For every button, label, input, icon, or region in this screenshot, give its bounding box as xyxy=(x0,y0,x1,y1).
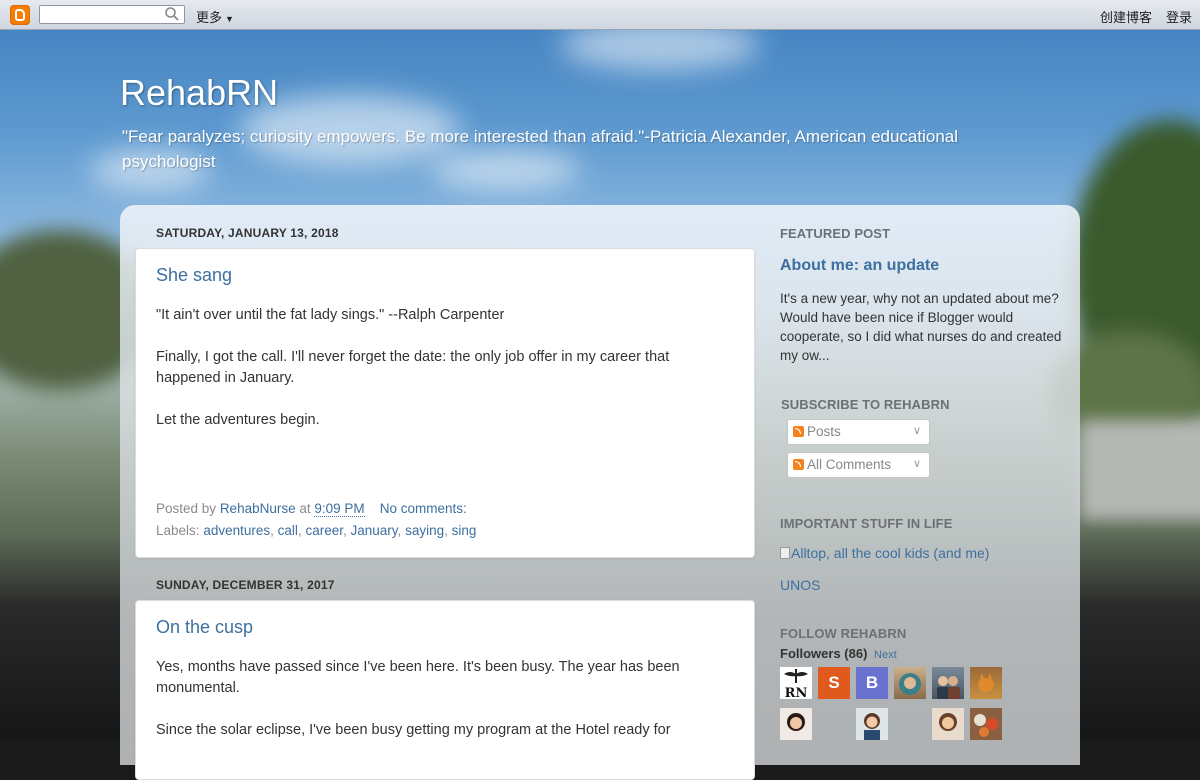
label-link[interactable]: sing xyxy=(452,523,477,538)
rn-logo-avatar[interactable]: RN xyxy=(780,667,812,699)
post-footer: Posted by RehabNurse at 9:09 PM No comme… xyxy=(156,498,476,542)
feed-label: Posts xyxy=(807,424,841,439)
post-paragraph: Finally, I got the call. I'll never forg… xyxy=(156,349,670,386)
alltop-label: Alltop, all the cool kids (and me) xyxy=(791,545,990,561)
couple-avatar[interactable] xyxy=(932,667,964,699)
posted-by-label: Posted by xyxy=(156,501,217,516)
search-icon[interactable] xyxy=(164,6,182,23)
label-link[interactable]: January xyxy=(351,523,398,538)
post-card: She sang "It ain't over until the fat la… xyxy=(135,248,755,558)
woman-avatar-2[interactable] xyxy=(856,708,888,740)
at-label: at xyxy=(299,501,311,516)
blog-title[interactable]: RehabRN xyxy=(120,72,278,114)
blogger-logo-icon[interactable] xyxy=(10,5,30,25)
author-link[interactable]: RehabNurse xyxy=(220,501,296,516)
login-link[interactable]: 登录 xyxy=(1166,7,1192,26)
rss-icon xyxy=(793,426,804,437)
label-link[interactable]: call xyxy=(278,523,298,538)
subscribe-heading: SUBSCRIBE TO REHABRN xyxy=(781,397,950,412)
label-link[interactable]: saying xyxy=(405,523,444,538)
followers-line: Followers (86) Next xyxy=(780,646,897,661)
labels-label: Labels: xyxy=(156,523,200,538)
post-paragraph: "It ain't over until the fat lady sings.… xyxy=(156,307,505,323)
more-menu[interactable]: 更多 ▼ xyxy=(196,7,234,26)
post-body: Yes, months have passed since I've been … xyxy=(156,657,716,741)
post-body: "It ain't over until the fat lady sings.… xyxy=(156,305,716,431)
comments-feed-dropdown[interactable]: All Comments ∨ xyxy=(787,452,930,478)
more-label: 更多 xyxy=(196,10,223,25)
label-link[interactable]: career xyxy=(305,523,343,538)
post-labels-line: Labels: adventures, call, career, Januar… xyxy=(156,523,477,538)
post-paragraph: Yes, months have passed since I've been … xyxy=(156,659,680,696)
followers-count: Followers (86) xyxy=(780,646,868,661)
post-title[interactable]: She sang xyxy=(156,265,232,286)
vintage-woman-avatar[interactable] xyxy=(932,708,964,740)
featured-post-snippet: It's a new year, why not an updated abou… xyxy=(780,291,1062,363)
b-avatar[interactable]: B xyxy=(856,667,888,699)
s-avatar[interactable]: S xyxy=(818,667,850,699)
follow-heading: FOLLOW REHABRN xyxy=(780,626,907,641)
blogger-navbar: 更多 ▼ 创建博客 登录 xyxy=(0,0,1200,30)
broken-image-icon xyxy=(780,547,790,559)
cat-avatar[interactable] xyxy=(970,667,1002,699)
featured-post-heading: FEATURED POST xyxy=(780,226,891,241)
comments-link[interactable]: No comments: xyxy=(380,501,467,516)
blog-description: "Fear paralyzes; curiosity empowers. Be … xyxy=(122,127,959,171)
feed-label: All Comments xyxy=(807,457,892,472)
hijab-woman-avatar[interactable] xyxy=(894,667,926,699)
posts-feed-dropdown[interactable]: Posts ∨ xyxy=(787,419,930,445)
post-meta-line: Posted by RehabNurse at 9:09 PM No comme… xyxy=(156,498,476,520)
post-title[interactable]: On the cusp xyxy=(156,617,253,638)
alltop-link[interactable]: Alltop, all the cool kids (and me) xyxy=(780,545,989,561)
rss-icon xyxy=(793,459,804,470)
woman-avatar-1[interactable] xyxy=(780,708,812,740)
post-date-header: SUNDAY, DECEMBER 31, 2017 xyxy=(156,578,335,592)
create-blog-link[interactable]: 创建博客 xyxy=(1100,7,1152,26)
post-paragraph: Since the solar eclipse, I've been busy … xyxy=(156,722,671,738)
post-date-header: SATURDAY, JANUARY 13, 2018 xyxy=(156,226,339,240)
post-card: On the cusp Yes, months have passed sinc… xyxy=(135,600,755,780)
unos-link[interactable]: UNOS xyxy=(780,577,820,593)
caret-down-icon: ▼ xyxy=(225,14,234,24)
featured-post-title[interactable]: About me: an update xyxy=(780,257,939,275)
flowers-avatar[interactable] xyxy=(970,708,1002,740)
timestamp-link[interactable]: 9:09 PM xyxy=(314,501,365,517)
chevron-down-icon: ∨ xyxy=(912,458,921,470)
chevron-down-icon: ∨ xyxy=(912,425,921,437)
svg-text:RN: RN xyxy=(785,686,808,699)
label-link[interactable]: adventures xyxy=(203,523,270,538)
followers-next-link[interactable]: Next xyxy=(874,649,897,661)
post-paragraph: Let the adventures begin. xyxy=(156,412,320,428)
important-stuff-heading: IMPORTANT STUFF IN LIFE xyxy=(780,516,953,531)
